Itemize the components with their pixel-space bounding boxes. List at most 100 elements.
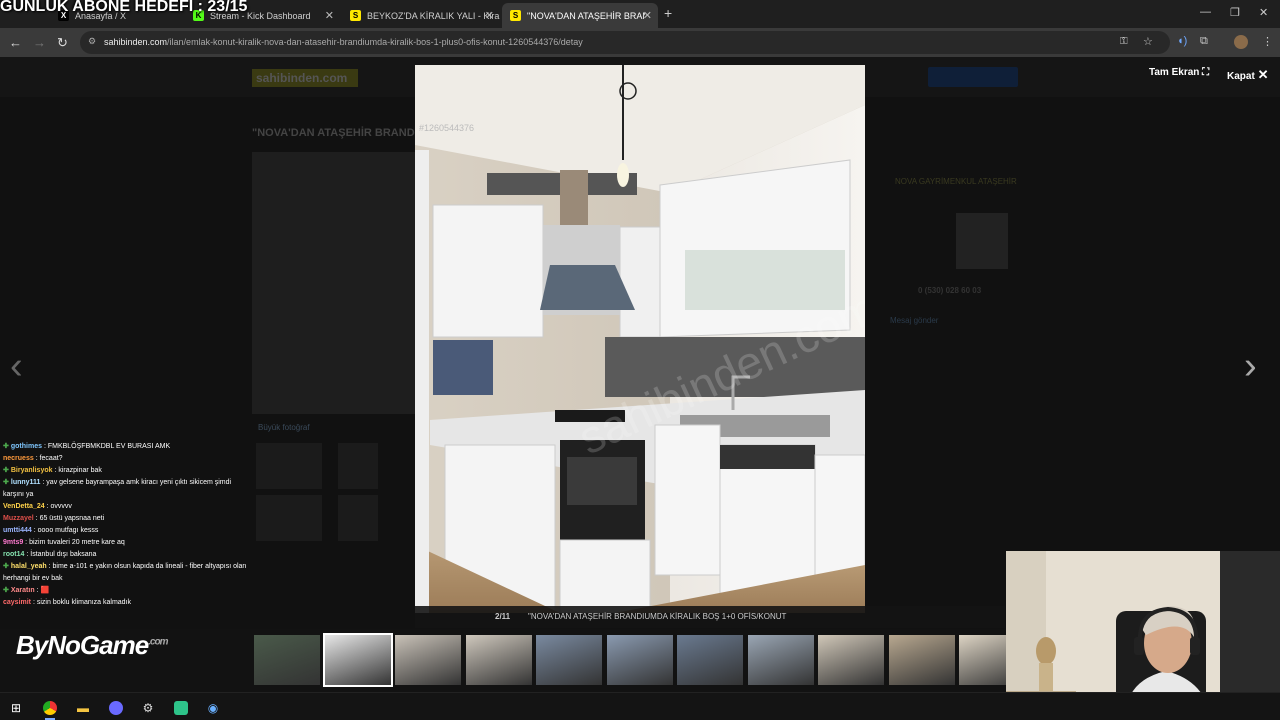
agent-phone: 0 (530) 028 60 03 [918, 286, 982, 295]
thumbnail-10[interactable] [888, 635, 955, 685]
subscriber-badge-icon: ✚ [3, 467, 9, 474]
close-tab-icon[interactable]: ✕ [325, 9, 334, 22]
chat-username[interactable]: root14 [3, 551, 24, 558]
chat-text: FMKBLÖŞFBMKDBL EV BURASI AMK [47, 443, 171, 450]
fullscreen-button[interactable]: Tam Ekran ⛶ [1149, 67, 1209, 78]
tab-label: BEYKOZ'DA KİRALIK YALI - Kiralı [367, 10, 500, 21]
menu-kebab-icon[interactable]: ⋮ [1262, 35, 1273, 48]
post-ad-button[interactable] [928, 67, 1018, 87]
chat-text: fecaat? [39, 455, 63, 462]
thumbnail-4[interactable] [465, 635, 532, 685]
thumbnail-9[interactable] [818, 635, 884, 685]
sahibinden-favicon-icon: S [350, 10, 361, 21]
close-lightbox-button[interactable]: Kapat ✕ [1227, 67, 1268, 83]
forward-icon[interactable]: → [33, 35, 46, 50]
chat-message: 9mts9 : bizim tuvaleri 20 metre kare aq [0, 537, 252, 549]
windows-start-icon[interactable]: ⊞ [5, 697, 27, 719]
chat-username[interactable]: gothimes [11, 443, 42, 450]
reload-icon[interactable]: ↻ [57, 35, 68, 51]
chat-username[interactable]: umtti444 [3, 527, 32, 534]
chat-username[interactable]: Xaratın [11, 587, 35, 594]
new-tab-icon[interactable]: + [664, 5, 672, 21]
chat-text: 65 üstü yapsnaa neti [39, 515, 105, 522]
chat-message: Muzzayel : 65 üstü yapsnaa neti [0, 513, 252, 525]
subscriber-badge-icon: ✚ [3, 563, 9, 570]
chat-text: sizin boklu klimanıza kalmadık [36, 599, 132, 606]
file-explorer-icon[interactable]: ▬ [72, 697, 94, 719]
minimize-icon[interactable]: — [1200, 6, 1211, 18]
chat-text: kirazpinar bak [58, 467, 102, 474]
chat-username[interactable]: VenDetta_24 [3, 503, 45, 510]
subscriber-badge-icon: ✚ [3, 479, 9, 486]
restore-icon[interactable]: ❐ [1230, 6, 1240, 19]
chat-text: 🟥 [40, 587, 50, 594]
caption-bar: 2/11 "NOVA'DAN ATAŞEHİR BRANDIUMDA KİRAL… [415, 606, 1005, 628]
previous-photo-arrow-icon[interactable]: ‹ [10, 345, 23, 388]
kitchen-photo: sahibinden.com [415, 65, 865, 613]
chat-username[interactable]: Muzzayel [3, 515, 34, 522]
lightbox-photo[interactable]: sahibinden.com [415, 65, 865, 613]
listing-title: "NOVA'DAN ATAŞEHİR BRAND [252, 127, 415, 139]
chat-username[interactable]: necruess [3, 455, 34, 462]
thumbnail-2[interactable] [322, 633, 393, 687]
site-info-icon[interactable]: ⚙ [88, 36, 96, 47]
chat-username[interactable]: 9mts9 [3, 539, 23, 546]
big-photo-link[interactable]: Büyük fotoğraf [258, 423, 310, 432]
app-icon[interactable] [105, 697, 127, 719]
thumbnail-3[interactable] [395, 635, 461, 685]
chat-username[interactable]: lunny111 [11, 479, 41, 486]
settings-gear-icon[interactable]: ⚙ [137, 697, 159, 719]
subscriber-badge-icon: ✚ [3, 443, 9, 450]
url-text: sahibinden.com/ilan/emlak-konut-kiralik-… [104, 37, 583, 47]
subscriber-badge-icon: ✚ [3, 587, 9, 594]
chat-text: ovvvvv [50, 503, 72, 510]
bg-thumb[interactable] [338, 495, 378, 541]
chat-text: bizim tuvaleri 20 metre kare aq [29, 539, 125, 546]
close-tab-icon[interactable]: ✕ [643, 9, 652, 22]
bg-thumb[interactable] [338, 443, 378, 489]
chat-username[interactable]: halal_yeah [11, 563, 47, 570]
extension-audio-icon[interactable]: ◖) [1177, 35, 1187, 47]
close-window-icon[interactable]: ✕ [1259, 6, 1268, 19]
thumbnail-7[interactable] [677, 635, 743, 685]
url-field[interactable]: ⚙ sahibinden.com/ilan/emlak-konut-kirali… [80, 31, 1170, 54]
tab-label: "NOVA'DAN ATAŞEHİR BRANDI [527, 10, 645, 21]
bg-thumb[interactable] [256, 495, 322, 541]
fullscreen-icon: ⛶ [1202, 67, 1210, 78]
chat-message: VenDetta_24 : ovvvvv [0, 501, 252, 513]
steam-icon[interactable]: ◉ [202, 697, 224, 719]
thumbnail-6[interactable] [606, 635, 673, 685]
chrome-taskbar-icon[interactable] [39, 697, 61, 720]
bg-thumb[interactable] [256, 443, 322, 489]
send-message-link[interactable]: Mesaj gönder [890, 316, 938, 325]
tab-beykoz[interactable]: S BEYKOZ'DA KİRALIK YALI - Kiralı ✕ [342, 3, 500, 28]
site-logo[interactable]: sahibinden.com [252, 69, 358, 87]
stream-brand-logo: ByNoGame.com [16, 630, 169, 660]
address-bar-row: ← → ↻ ⚙ sahibinden.com/ilan/emlak-konut-… [0, 28, 1280, 57]
agent-photo [956, 213, 1008, 269]
profile-avatar[interactable] [1234, 35, 1248, 49]
os-taskbar: ⊞ ▬ ⚙ ◉ [0, 692, 1280, 720]
sahibinden-favicon-icon: S [510, 10, 521, 21]
chat-username[interactable]: caysimit [3, 599, 31, 606]
subscriber-goal-overlay: GÜNLÜK ABONE HEDEFİ : 23/15 [0, 0, 248, 15]
password-key-icon[interactable]: ⚿ [1120, 36, 1128, 47]
extensions-puzzle-icon[interactable]: ⧉ [1200, 35, 1208, 48]
thumbnail-1[interactable] [254, 635, 320, 685]
back-icon[interactable]: ← [9, 35, 22, 50]
chat-message: necruess : fecaat? [0, 453, 252, 465]
close-tab-icon[interactable]: ✕ [485, 9, 494, 22]
game-app-icon[interactable] [170, 697, 192, 719]
tab-nova-atasehir[interactable]: S "NOVA'DAN ATAŞEHİR BRANDI ✕ [502, 3, 658, 28]
chat-text: oooo mutfagı kesss [37, 527, 99, 534]
thumbnail-5[interactable] [536, 635, 602, 685]
chat-message: ✚ Xaratın : 🟥 [0, 585, 252, 597]
chat-message: root14 : İstanbul dışı baksana [0, 549, 252, 561]
thumbnail-8[interactable] [747, 635, 814, 685]
listing-main-image[interactable] [252, 152, 422, 414]
chat-message: ✚ Biryanlisyok : kirazpinar bak [0, 465, 252, 477]
photo-caption: "NOVA'DAN ATAŞEHİR BRANDIUMDA KİRALIK BO… [528, 612, 787, 621]
bookmark-star-icon[interactable]: ☆ [1143, 35, 1153, 48]
chat-username[interactable]: Biryanlisyok [11, 467, 53, 474]
next-photo-arrow-icon[interactable]: › [1244, 345, 1257, 388]
